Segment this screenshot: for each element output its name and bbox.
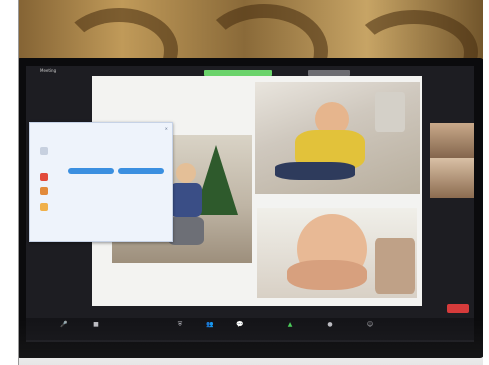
participant-video[interactable] — [430, 123, 474, 163]
participant-video[interactable] — [430, 158, 474, 198]
close-icon[interactable]: × — [165, 126, 168, 131]
share-pill-right[interactable] — [118, 168, 164, 174]
file-icon — [40, 187, 48, 195]
left-page-border — [0, 0, 19, 365]
jeans — [275, 162, 355, 180]
file-icon — [40, 173, 48, 181]
trousers — [168, 217, 204, 245]
dialog-row[interactable] — [40, 173, 160, 183]
photo-frame: Meeting × — [0, 0, 489, 365]
file-icon — [40, 147, 48, 155]
right-page-border — [483, 0, 489, 365]
child-head — [176, 163, 196, 183]
background-shape — [375, 238, 415, 294]
dialog-row[interactable] — [40, 203, 160, 213]
meeting-menu[interactable]: Meeting — [40, 68, 56, 73]
dialog-row[interactable] — [40, 187, 160, 197]
furniture — [375, 92, 405, 132]
file-icon — [40, 203, 48, 211]
baby-hand — [287, 260, 367, 290]
end-meeting-button[interactable] — [447, 304, 469, 313]
dialog-row[interactable] — [40, 147, 160, 157]
photo-child-on-floor — [255, 82, 420, 194]
photo-baby-closeup — [257, 208, 417, 298]
screen-glare — [16, 320, 486, 365]
share-pill-left[interactable] — [68, 168, 114, 174]
file-share-dialog: × — [29, 122, 173, 242]
sweater — [170, 183, 202, 217]
